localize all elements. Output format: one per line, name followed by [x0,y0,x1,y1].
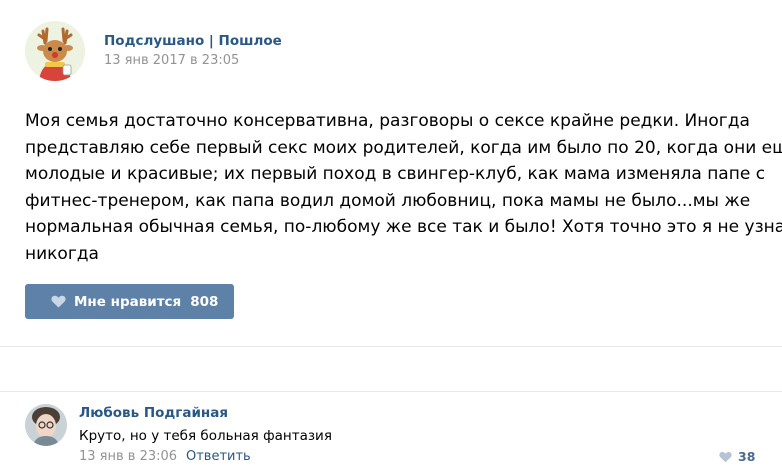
divider [0,391,782,392]
like-count: 808 [190,293,219,310]
heart-icon [51,295,66,308]
post-text-line: никогда [25,243,99,264]
reply-link[interactable]: Ответить [186,449,251,464]
post-text-line: Моя семья достаточно консервативна, разг… [25,111,750,131]
like-button[interactable]: Мне нравится 808 [25,284,234,319]
post-author-name[interactable]: Подслушано | Пошлое [104,33,282,49]
post-text-line: нормальная обычная семья, по-любому же в… [25,217,782,237]
post-date[interactable]: 13 янв 2017 в 23:05 [104,53,239,68]
comment-author-name[interactable]: Любовь Подгайная [79,405,228,421]
heart-icon [719,451,732,462]
post-text-line: представляю себе первый секс моих родите… [25,137,782,158]
comment-like-count: 38 [738,449,756,464]
divider [0,346,782,347]
comment-date[interactable]: 13 янв в 23:06 [79,449,177,464]
deer-avatar-icon [25,21,85,81]
like-label: Мне нравится [74,293,182,310]
comment-author-avatar[interactable] [25,404,67,446]
post-author-avatar[interactable] [25,21,85,81]
post-text-line: молодые и красивые; их первый поход в св… [25,164,766,184]
comment-like-button[interactable]: 38 [719,449,755,464]
post-text: Моя семья достаточно консервативна, разг… [25,108,782,267]
post-text-line: фитнес-тренером, как папа водил домой лю… [25,190,751,211]
user-photo-avatar [25,404,67,446]
comment-text: Круто, но у тебя больная фантазия [79,428,332,444]
